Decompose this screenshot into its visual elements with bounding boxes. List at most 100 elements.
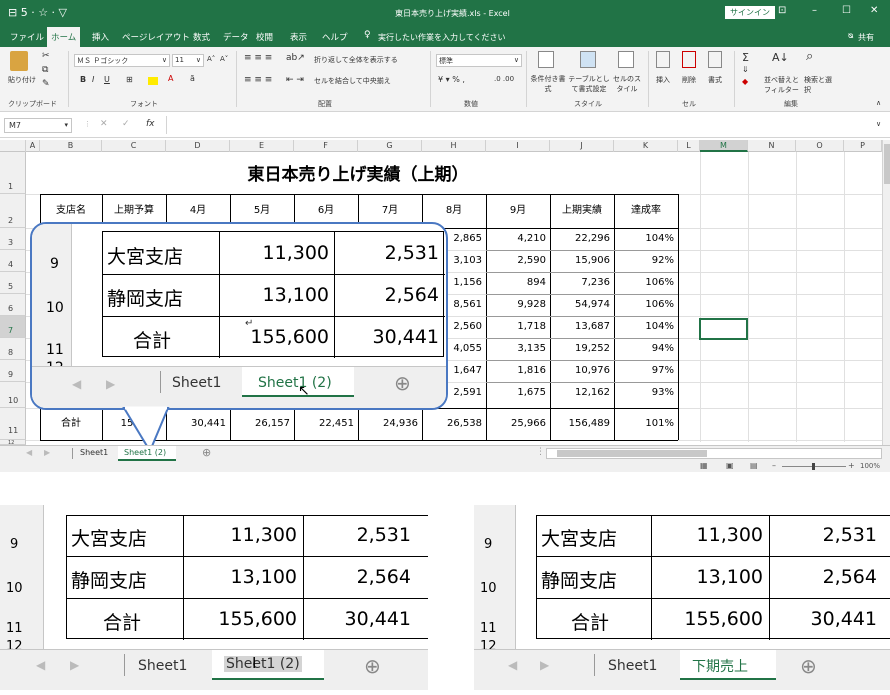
row-header[interactable]: 5 [0, 272, 26, 294]
add-sheet-icon[interactable]: ⊕ [394, 371, 411, 395]
table-cell[interactable]: 104% [614, 316, 678, 338]
next-sheet-icon[interactable]: ▶ [70, 658, 79, 672]
tab-help[interactable]: ヘルプ [318, 29, 352, 45]
decimal-icon[interactable]: .0 .00 [494, 75, 514, 83]
header-cell[interactable]: 上期実績 [550, 200, 614, 222]
grow-font-icon[interactable]: A˄ [207, 55, 215, 63]
add-sheet-icon[interactable]: ⊕ [364, 654, 381, 678]
column-header[interactable]: E [230, 140, 294, 152]
zoom-in-icon[interactable]: + [848, 461, 855, 470]
total-cell[interactable]: 24,936 [358, 413, 422, 435]
column-header[interactable]: K [614, 140, 678, 152]
column-header-selected[interactable]: M [700, 140, 748, 152]
insert-function-icon[interactable]: fx [146, 119, 155, 129]
table-cell[interactable]: 3,135 [486, 338, 550, 360]
search-icon[interactable]: ⌕ [806, 49, 813, 64]
next-sheet-icon[interactable]: ▶ [106, 377, 115, 391]
tab-review[interactable]: 校閲 [252, 29, 277, 45]
total-cell[interactable]: 22,451 [294, 413, 358, 435]
page-break-view-icon[interactable]: ▤ [750, 461, 758, 470]
font-name-select[interactable]: ＭＳ Ｐゴシック ∨ [74, 54, 170, 67]
delete-cells-icon[interactable] [682, 51, 696, 68]
underline-icon[interactable]: U [104, 75, 110, 84]
row-header-selected[interactable]: 7 [0, 316, 26, 338]
page-layout-view-icon[interactable]: ▣ [726, 461, 734, 470]
table-cell[interactable]: 104% [614, 228, 678, 250]
prev-sheet-icon[interactable]: ◀ [36, 658, 45, 672]
panel-right-tab-sheet1[interactable]: Sheet1 [608, 658, 657, 674]
column-header[interactable]: A [26, 140, 40, 152]
table-cell[interactable]: 93% [614, 382, 678, 404]
font-size-select[interactable]: 11 ∨ [172, 54, 204, 67]
column-header[interactable]: H [422, 140, 486, 152]
table-cell[interactable]: 106% [614, 294, 678, 316]
scrollbar-thumb[interactable] [884, 144, 890, 184]
add-sheet-icon[interactable]: ⊕ [202, 446, 211, 459]
column-header[interactable]: L [678, 140, 700, 152]
tab-view[interactable]: 表示 [286, 29, 311, 45]
table-cell[interactable]: 894 [486, 272, 550, 294]
phonetic-icon[interactable]: ã [190, 74, 195, 83]
tab-sheet1[interactable]: Sheet1 [80, 448, 108, 457]
copy-icon[interactable]: ⧉ [42, 65, 48, 75]
name-box[interactable]: M7 ▾ [4, 118, 72, 133]
column-header[interactable]: F [294, 140, 358, 152]
expand-formula-icon[interactable]: ∨ [876, 120, 881, 128]
formula-input[interactable] [166, 116, 882, 134]
table-cell[interactable]: 1,675 [486, 382, 550, 404]
align-left-icon[interactable]: ≡ ≡ ≡ [244, 75, 272, 85]
total-cell[interactable]: 26,538 [422, 413, 486, 435]
shrink-font-icon[interactable]: A˅ [220, 55, 228, 63]
prev-sheet-icon[interactable]: ◀ [508, 658, 517, 672]
column-header[interactable]: C [102, 140, 166, 152]
cut-icon[interactable]: ✂ [42, 51, 50, 61]
tab-page-layout[interactable]: ページレイアウト [118, 29, 194, 45]
header-cell[interactable]: 8月 [422, 200, 486, 222]
prev-sheet-icon[interactable]: ◀ [72, 377, 81, 391]
column-header[interactable]: N [748, 140, 796, 152]
share-button[interactable]: 共有 [858, 32, 874, 43]
conditional-format-icon[interactable] [538, 51, 554, 68]
tab-home[interactable]: ホーム [47, 27, 81, 47]
total-cell[interactable]: 156,489 [550, 413, 614, 435]
clear-icon[interactable]: ◆ [742, 77, 748, 86]
row-header[interactable]: 6 [0, 294, 26, 316]
total-cell[interactable]: 101% [614, 413, 678, 435]
quick-access-toolbar[interactable]: ⊟ 5 · ☆ · ▽ [8, 6, 67, 19]
table-cell[interactable]: 15,906 [550, 250, 614, 272]
prev-sheet-icon[interactable]: ◀ [26, 448, 32, 457]
table-cell[interactable]: 94% [614, 338, 678, 360]
tell-me-box[interactable]: 実行したい作業を入力してください [378, 32, 506, 43]
column-header[interactable]: J [550, 140, 614, 152]
header-cell[interactable]: 4月 [166, 200, 230, 222]
panel-left-tab-sheet1[interactable]: Sheet1 [138, 658, 187, 674]
normal-view-icon[interactable]: ▦ [700, 461, 708, 470]
tab-file[interactable]: ファイル [6, 29, 48, 45]
next-sheet-icon[interactable]: ▶ [540, 658, 549, 672]
format-cells-icon[interactable] [708, 51, 722, 68]
find-select-button[interactable]: 検索と選択 [804, 75, 834, 95]
insert-cells-button[interactable]: 挿入 [656, 75, 670, 85]
table-cell[interactable]: 22,296 [550, 228, 614, 250]
cell-style-button[interactable]: セルのスタイル [610, 74, 644, 94]
close-button[interactable]: ✕ [870, 5, 878, 16]
next-sheet-icon[interactable]: ▶ [44, 448, 50, 457]
header-cell[interactable]: 6月 [294, 200, 358, 222]
table-cell[interactable]: 54,974 [550, 294, 614, 316]
selected-cell-m7[interactable] [699, 318, 748, 340]
panel-left-tab-rename[interactable]: Sheet1 (2) [212, 650, 324, 680]
tab-insert[interactable]: 挿入 [88, 29, 113, 45]
zoom-out-icon[interactable]: – [772, 461, 776, 470]
enter-icon[interactable]: ✓ [122, 119, 130, 129]
panel-right-tab-renamed[interactable]: 下期売上 [680, 650, 776, 680]
total-label-cell[interactable]: 合計 [40, 413, 102, 435]
total-cell[interactable]: 25,966 [486, 413, 550, 435]
column-header[interactable]: O [796, 140, 844, 152]
tab-data[interactable]: データ [219, 29, 253, 45]
table-cell[interactable]: 2,590 [486, 250, 550, 272]
table-cell[interactable]: 7,236 [550, 272, 614, 294]
column-header[interactable]: D [166, 140, 230, 152]
header-cell[interactable]: 上期予算 [102, 200, 166, 222]
tab-sheet1-2[interactable]: Sheet1 (2) [118, 446, 176, 461]
header-cell[interactable]: 9月 [486, 200, 550, 222]
